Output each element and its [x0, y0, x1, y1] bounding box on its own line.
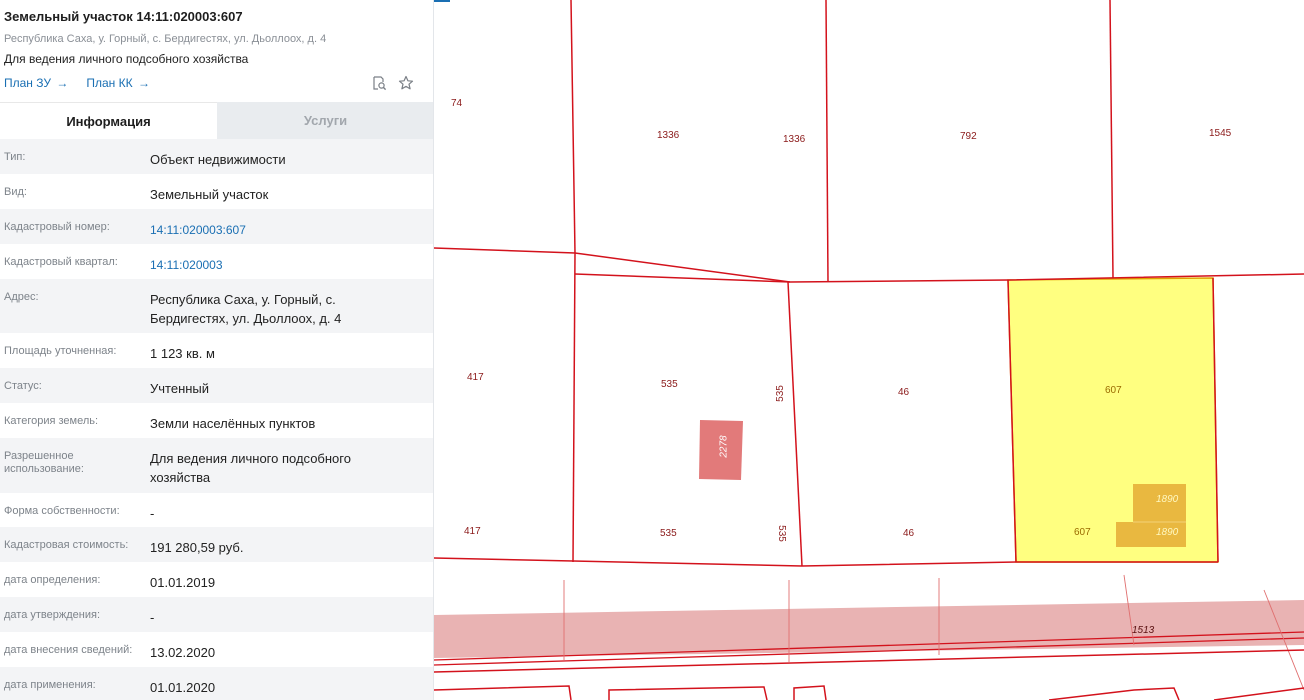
- row-label: Площадь уточненная:: [4, 345, 117, 357]
- parcel-label: 46: [903, 528, 915, 539]
- row-value: 1 123 кв. м: [150, 346, 215, 361]
- plan-kk-label: План КК: [86, 76, 133, 90]
- row-value: Учтенный: [150, 381, 210, 396]
- arrow-right-icon: →: [137, 76, 150, 90]
- row-value: Объект недвижимости: [150, 152, 286, 167]
- selected-parcel-607[interactable]: [1007, 277, 1219, 563]
- row-label: Кадастровая стоимость:: [4, 539, 129, 551]
- info-row-ownership: Форма собственности: -: [0, 493, 433, 527]
- info-panel: Земельный участок 14:11:020003:607 Респу…: [0, 0, 434, 700]
- row-label: дата применения:: [4, 679, 96, 691]
- building-label: 1890: [1156, 527, 1179, 538]
- row-label: Статус:: [4, 380, 42, 392]
- star-icon[interactable]: [397, 74, 415, 92]
- plan-links: План ЗУ → План КК →: [4, 76, 150, 90]
- cadastral-map[interactable]: 74 1336 1336 792 1545 417 535 535 46 607…: [434, 0, 1304, 700]
- page-title: Земельный участок 14:11:020003:607: [4, 9, 243, 24]
- parcel-label: 535: [774, 385, 786, 402]
- info-row-type: Тип: Объект недвижимости: [0, 139, 433, 174]
- row-label: дата утверждения:: [4, 609, 101, 621]
- info-row-date-entered: дата внесения сведений: 13.02.2020: [0, 632, 433, 667]
- row-value: 01.01.2020: [150, 680, 216, 695]
- info-row-land-category: Категория земель: Земли населённых пункт…: [0, 403, 433, 438]
- parcel-label-selected: 607: [1074, 527, 1091, 538]
- info-row-area: Площадь уточненная: 1 123 кв. м: [0, 333, 433, 368]
- row-value: Республика Саха, у. Горный, с. Бердигест…: [150, 292, 342, 326]
- row-label: Кадастровый номер:: [4, 221, 110, 233]
- arrow-right-icon: →: [56, 76, 69, 90]
- cadastral-quarter-link[interactable]: 14:11:020003: [150, 256, 430, 275]
- plan-zu-label: План ЗУ: [4, 76, 51, 90]
- row-label: Категория земель:: [4, 415, 99, 427]
- map-accent-line: [434, 0, 450, 2]
- parcel-label: 792: [960, 131, 977, 142]
- row-value: -: [150, 506, 155, 521]
- parcel-label: 535: [775, 525, 787, 542]
- tabs: Информация Услуги: [0, 102, 433, 139]
- row-label: Кадастровый квартал:: [4, 256, 118, 268]
- parcel-label: 74: [451, 98, 463, 109]
- building-label: 2278: [718, 435, 730, 458]
- row-value: Земли населённых пунктов: [150, 416, 316, 431]
- info-row-date-determined: дата определения: 01.01.2019: [0, 562, 433, 597]
- cadastral-number-link[interactable]: 14:11:020003:607: [150, 221, 430, 240]
- parcel-label: 535: [661, 379, 678, 390]
- info-row-date-approved: дата утверждения: -: [0, 597, 433, 632]
- info-table: Тип: Объект недвижимости Вид: Земельный …: [0, 139, 433, 700]
- row-label: Адрес:: [4, 291, 39, 303]
- row-label: Форма собственности:: [4, 505, 120, 517]
- parcel-label: 417: [467, 372, 484, 383]
- parcel-label: 417: [464, 526, 481, 537]
- info-row-permitted-use: Разрешенное использование: Для ведения л…: [0, 438, 433, 493]
- parcel-label: 535: [660, 528, 677, 539]
- parcel-label: 1336: [783, 134, 806, 145]
- row-value: 01.01.2019: [150, 575, 216, 590]
- header-usage: Для ведения личного подсобного хозяйства: [4, 52, 249, 66]
- tab-information[interactable]: Информация: [0, 102, 217, 139]
- row-value: -: [150, 610, 155, 625]
- parcel-label: 46: [898, 387, 910, 398]
- parcel-label: 1336: [657, 130, 680, 141]
- plan-kk-link[interactable]: План КК →: [86, 76, 150, 90]
- info-row-address: Адрес: Республика Саха, у. Горный, с. Бе…: [0, 279, 433, 333]
- plan-zu-link[interactable]: План ЗУ →: [4, 76, 68, 90]
- road-zone[interactable]: [434, 600, 1304, 658]
- header-address: Республика Саха, у. Горный, с. Бердигест…: [4, 33, 327, 45]
- row-value: Земельный участок: [150, 187, 269, 202]
- search-document-icon[interactable]: [370, 74, 388, 92]
- tab-services[interactable]: Услуги: [217, 102, 433, 139]
- row-value: Для ведения личного подсобного хозяйства: [150, 451, 351, 485]
- info-row-kind: Вид: Земельный участок: [0, 174, 433, 209]
- row-label: дата внесения сведений:: [4, 644, 133, 656]
- info-row-cadastral-number: Кадастровый номер: 14:11:020003:607: [0, 209, 433, 244]
- info-row-cadastral-quarter: Кадастровый квартал: 14:11:020003: [0, 244, 433, 279]
- parcel-label-selected: 607: [1105, 385, 1122, 396]
- row-label: Тип:: [4, 151, 26, 163]
- map-canvas[interactable]: [434, 0, 1304, 700]
- parcel-label: 1545: [1209, 128, 1232, 139]
- row-value: 191 280,59 руб.: [150, 540, 244, 555]
- row-label: Вид:: [4, 186, 27, 198]
- road-label: 1513: [1132, 625, 1155, 636]
- building-label: 1890: [1156, 494, 1179, 505]
- row-label: дата определения:: [4, 574, 101, 586]
- info-row-date-applied: дата применения: 01.01.2020: [0, 667, 433, 700]
- info-row-cadastral-value: Кадастровая стоимость: 191 280,59 руб.: [0, 527, 433, 562]
- info-row-status: Статус: Учтенный: [0, 368, 433, 403]
- row-label: Разрешенное использование:: [4, 450, 84, 475]
- row-value: 13.02.2020: [150, 645, 216, 660]
